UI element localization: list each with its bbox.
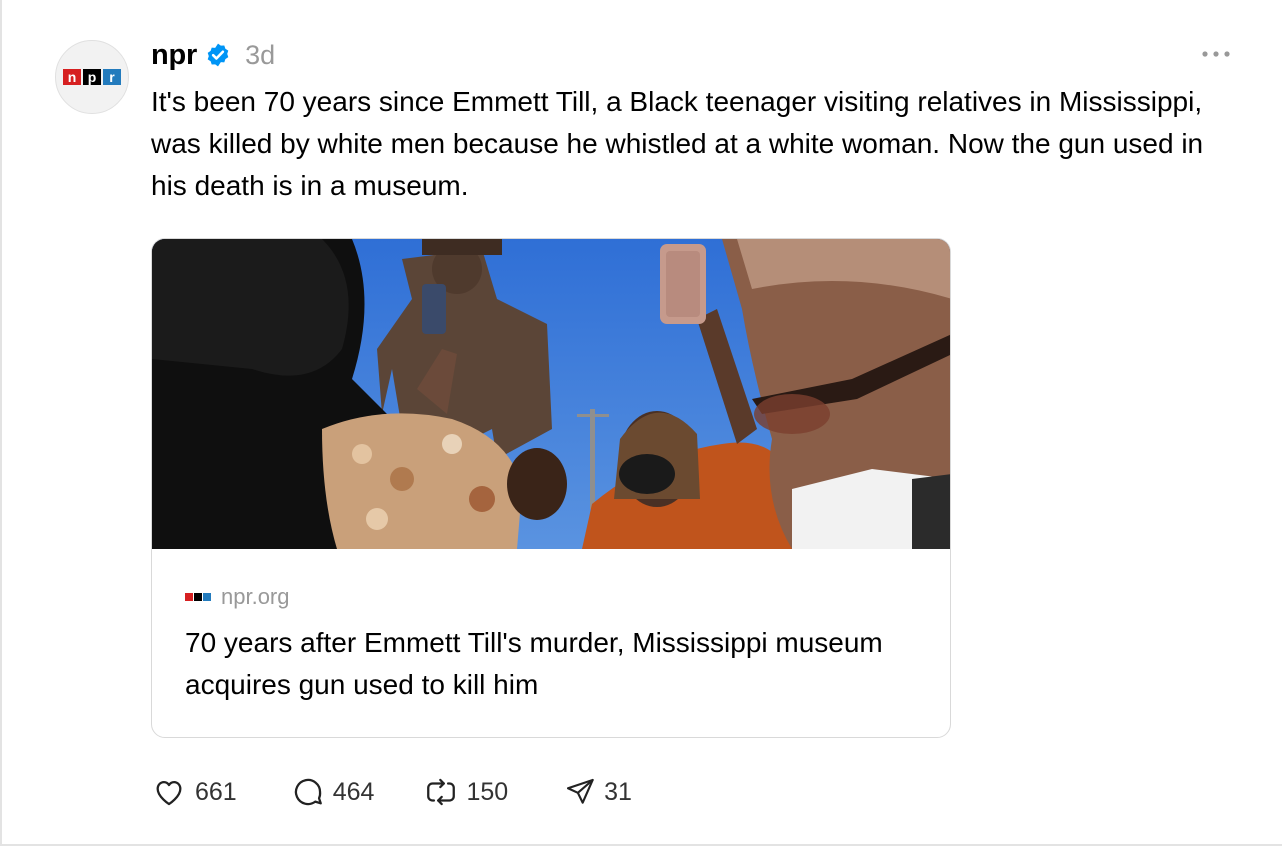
npr-logo-icon: n p r xyxy=(63,69,121,85)
ellipsis-icon xyxy=(1202,51,1230,57)
repost-button[interactable]: 150 xyxy=(424,775,508,809)
post-text: It's been 70 years since Emmett Till, a … xyxy=(151,86,1204,201)
action-bar: 661 464 150 31 xyxy=(151,772,632,812)
like-button[interactable]: 661 xyxy=(151,775,237,809)
verified-badge-icon xyxy=(205,42,231,68)
repost-icon xyxy=(427,778,456,806)
username[interactable]: npr xyxy=(151,39,197,72)
link-preview-card[interactable]: npr.org 70 years after Emmett Till's mur… xyxy=(151,238,951,738)
reply-button[interactable]: 464 xyxy=(291,775,375,809)
link-preview-image xyxy=(152,239,950,549)
link-domain: npr.org xyxy=(221,584,290,609)
link-title: 70 years after Emmett Till's murder, Mis… xyxy=(185,627,883,700)
npr-small-logo-icon xyxy=(185,593,211,601)
post-timestamp: 3d xyxy=(245,39,276,70)
post-header: npr 3d xyxy=(151,37,275,73)
like-count: 661 xyxy=(195,777,237,806)
repost-count: 150 xyxy=(466,777,509,806)
comment-icon xyxy=(294,778,322,806)
post-container: n p r npr 3d It's been 70 years since Em… xyxy=(0,0,1282,846)
send-icon xyxy=(567,778,594,804)
more-options-button[interactable] xyxy=(1198,44,1234,64)
link-source: npr.org xyxy=(185,584,290,610)
share-button[interactable]: 31 xyxy=(564,776,632,808)
avatar[interactable]: n p r xyxy=(55,40,129,114)
share-count: 31 xyxy=(604,777,632,806)
heart-icon xyxy=(156,780,182,806)
reply-count: 464 xyxy=(332,777,375,806)
